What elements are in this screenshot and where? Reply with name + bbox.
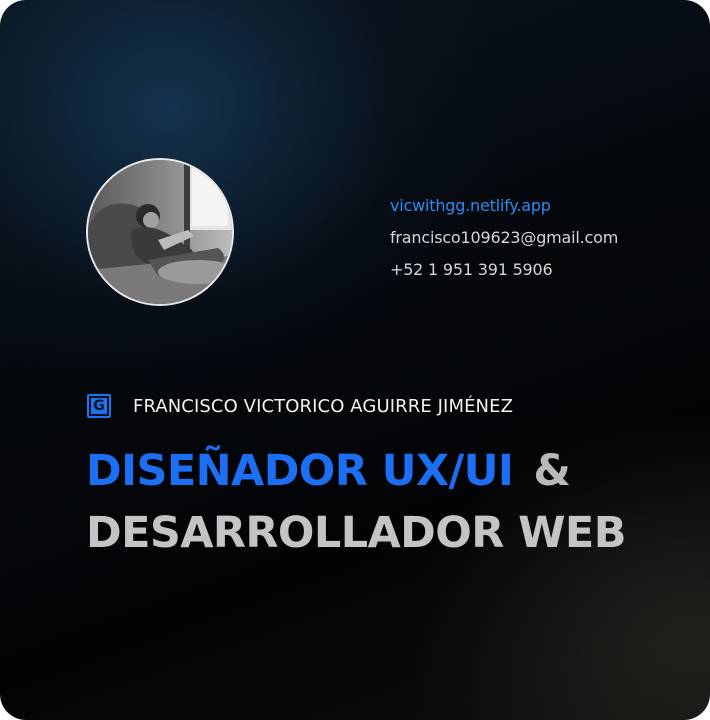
headline-line-1: DISEÑADOR UX/UI & xyxy=(86,440,626,502)
logo-letter: G xyxy=(91,398,107,414)
headline: DISEÑADOR UX/UI & DESARROLLADOR WEB xyxy=(86,440,626,564)
email-text[interactable]: francisco109623@gmail.com xyxy=(390,222,618,254)
logo-icon: G xyxy=(87,394,111,418)
phone-text: +52 1 951 391 5906 xyxy=(390,260,553,279)
profile-photo-icon xyxy=(88,160,232,304)
role-secondary: DESARROLLADOR WEB xyxy=(86,508,626,558)
business-card: vicwithgg.netlify.app francisco109623@gm… xyxy=(0,0,710,720)
website-link[interactable]: vicwithgg.netlify.app xyxy=(390,190,618,222)
contact-info: vicwithgg.netlify.app francisco109623@gm… xyxy=(390,190,618,286)
avatar xyxy=(86,158,234,306)
role-primary: DISEÑADOR UX/UI xyxy=(86,446,514,496)
name-row: G FRANCISCO VICTORICO AGUIRRE JIMÉNEZ xyxy=(87,392,513,420)
full-name: FRANCISCO VICTORICO AGUIRRE JIMÉNEZ xyxy=(133,395,514,417)
ampersand: & xyxy=(533,446,571,496)
